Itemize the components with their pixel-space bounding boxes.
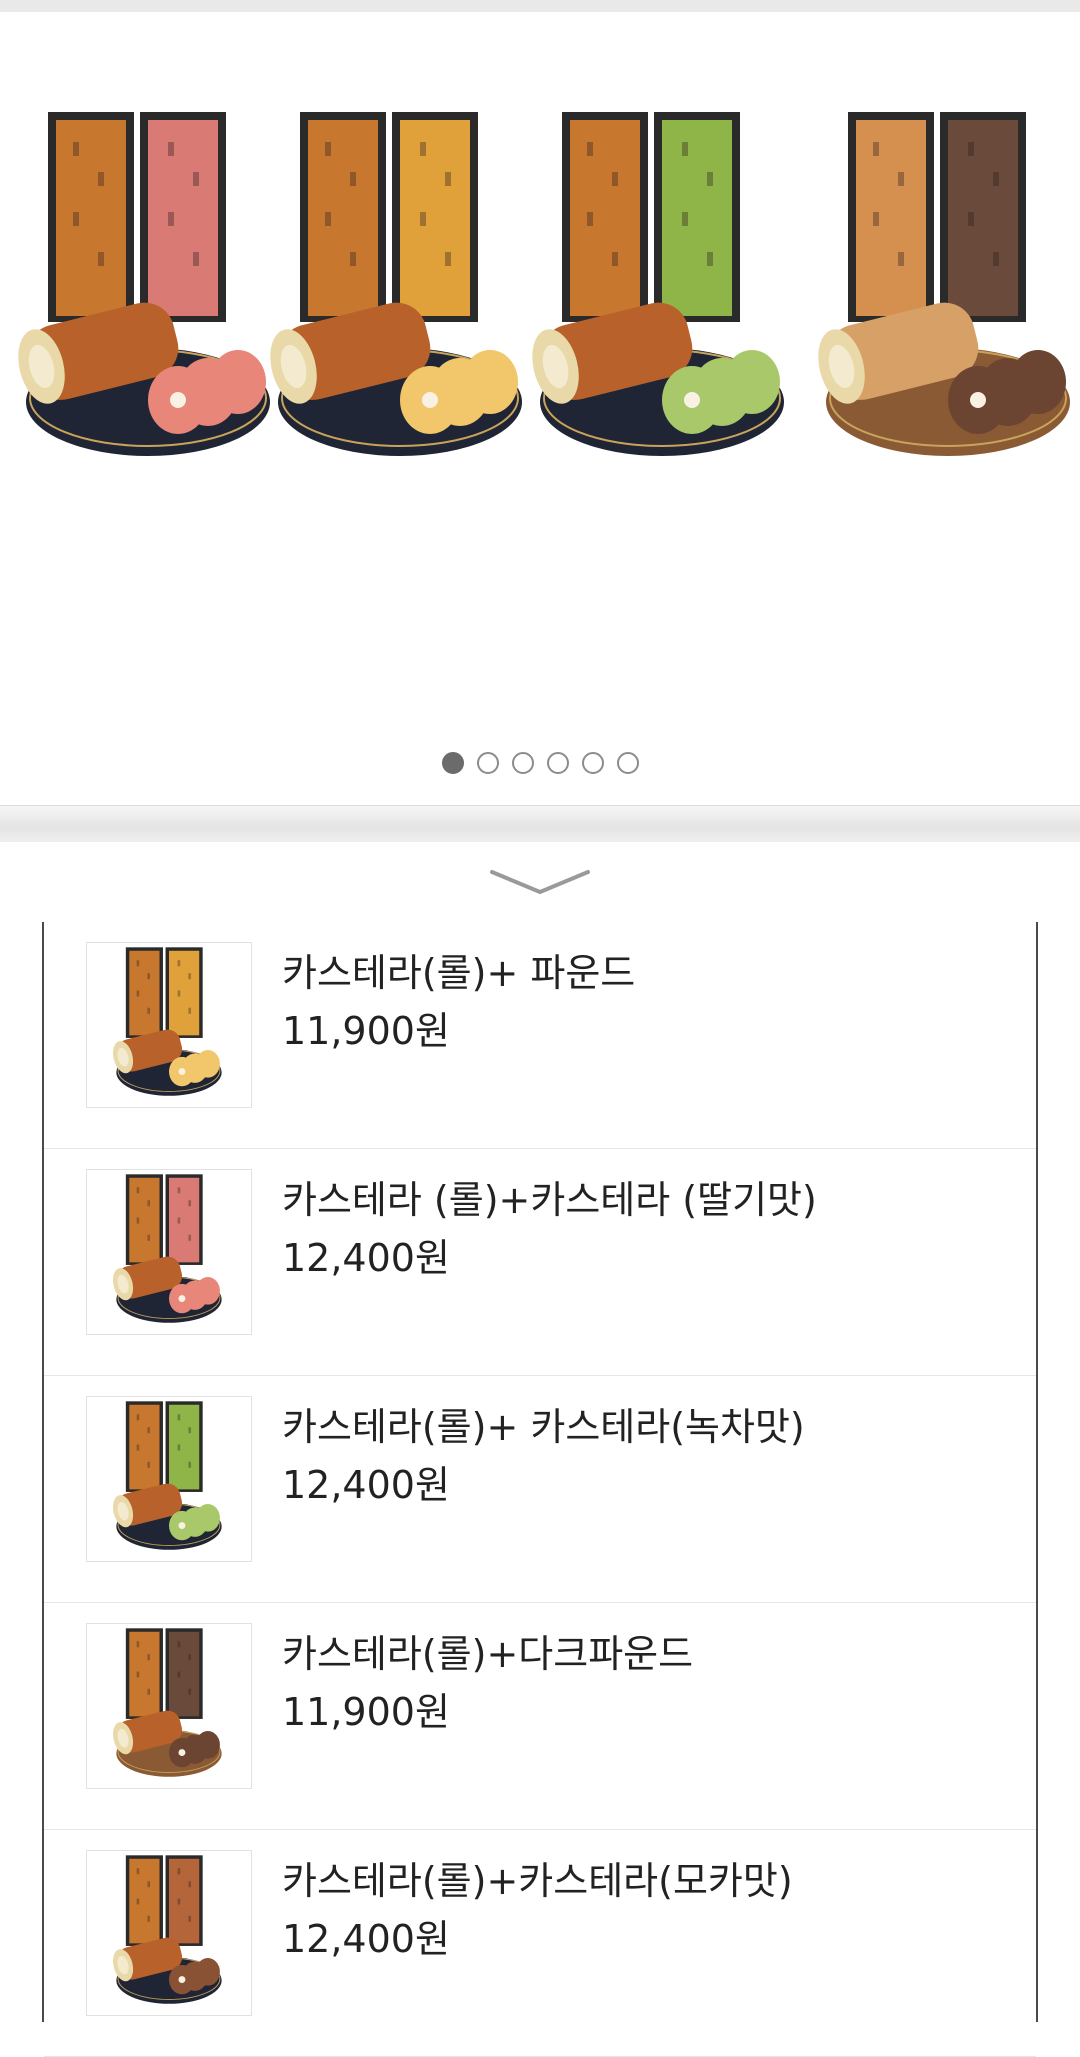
carousel-slide-roll-dark-pound[interactable] bbox=[818, 102, 1078, 482]
product-name: 카스테라(롤)+ 카스테라(녹차맛) bbox=[282, 1405, 805, 1449]
product-price: 12,400원 bbox=[282, 1236, 450, 1280]
chevron-down-icon bbox=[490, 870, 590, 894]
product-thumbnail bbox=[86, 942, 252, 1108]
carousel-slide-roll-greentea[interactable] bbox=[532, 102, 792, 482]
carousel-slide-roll-strawberry[interactable] bbox=[18, 102, 278, 482]
panel-divider-shadow bbox=[0, 805, 1080, 842]
collapse-chevron-button[interactable] bbox=[490, 866, 590, 900]
product-name: 카스테라(롤)+ 파운드 bbox=[282, 951, 636, 995]
carousel-dot-2[interactable] bbox=[476, 752, 499, 774]
product-thumbnail bbox=[86, 1623, 252, 1789]
product-thumbnail bbox=[86, 1850, 252, 2016]
product-thumbnail bbox=[86, 1169, 252, 1335]
product-thumbnail bbox=[86, 1396, 252, 1562]
product-price: 12,400원 bbox=[282, 1463, 450, 1507]
product-price: 12,400원 bbox=[282, 1917, 450, 1961]
carousel-slides[interactable] bbox=[0, 102, 1080, 502]
product-option-item[interactable]: 카스테라(롤)+다크파운드 11,900원 bbox=[44, 1603, 1036, 1830]
product-option-item[interactable]: 카스테라(롤)+카스테라(모카맛) 12,400원 bbox=[44, 1830, 1036, 2057]
carousel-dot-6[interactable] bbox=[616, 752, 639, 774]
carousel-slide-roll-pound[interactable] bbox=[270, 102, 530, 482]
carousel-pagination bbox=[0, 752, 1080, 782]
carousel-dot-3[interactable] bbox=[511, 752, 534, 774]
product-name: 카스테라(롤)+카스테라(모카맛) bbox=[282, 1859, 793, 1903]
product-option-item[interactable]: 카스테라(롤)+ 카스테라(녹차맛) 12,400원 bbox=[44, 1376, 1036, 1603]
product-name: 카스테라 (롤)+카스테라 (딸기맛) bbox=[282, 1178, 817, 1222]
product-option-item[interactable]: 카스테라 (롤)+카스테라 (딸기맛) 12,400원 bbox=[44, 1149, 1036, 1376]
carousel-dot-4[interactable] bbox=[546, 752, 569, 774]
product-option-item[interactable]: 카스테라(롤)+ 파운드 11,900원 bbox=[44, 922, 1036, 1149]
product-name: 카스테라(롤)+다크파운드 bbox=[282, 1632, 694, 1676]
carousel-dot-5[interactable] bbox=[581, 752, 604, 774]
product-price: 11,900원 bbox=[282, 1690, 450, 1734]
carousel-dot-1[interactable] bbox=[441, 752, 464, 774]
product-price: 11,900원 bbox=[282, 1009, 450, 1053]
product-option-list[interactable]: 카스테라(롤)+ 파운드 11,900원 카스테라 (롤)+카스테라 (딸기맛) 1… bbox=[42, 922, 1038, 2057]
product-carousel[interactable] bbox=[0, 12, 1080, 807]
